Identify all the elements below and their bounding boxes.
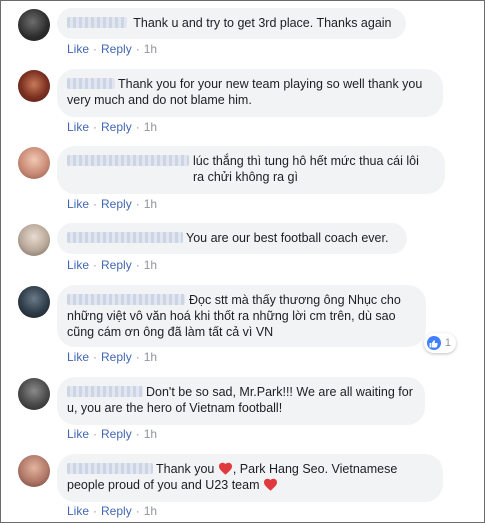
- avatar[interactable]: [18, 70, 50, 102]
- comment-text: Thank you for your new team playing so w…: [67, 77, 423, 107]
- comment-bubble: Thank you for your new team playing so w…: [57, 69, 443, 117]
- comment-text: lúc thắng thì tung hô hết mức thua cái l…: [193, 154, 419, 184]
- separator: ·: [135, 258, 140, 272]
- comment-bubble: lúc thắng thì tung hô hết mức thua cái l…: [57, 146, 445, 194]
- comment-actions: Like · Reply · 1h: [67, 504, 157, 518]
- timestamp[interactable]: 1h: [144, 350, 157, 364]
- commenter-name[interactable]: [67, 232, 183, 243]
- reply-button[interactable]: Reply: [101, 120, 132, 134]
- like-button[interactable]: Like: [67, 427, 89, 441]
- comment-bubble: Don't be so sad, Mr.Park!!! We are all w…: [57, 377, 425, 425]
- comment-bubble: Đọc stt mà thấy thương ông Nhục cho nhữn…: [57, 285, 456, 353]
- heart-icon: [263, 478, 277, 491]
- like-button[interactable]: Like: [67, 504, 89, 518]
- like-button[interactable]: Like: [67, 42, 89, 56]
- timestamp[interactable]: 1h: [144, 197, 157, 211]
- comment-text-part: Thank you: [156, 462, 215, 476]
- timestamp[interactable]: 1h: [144, 427, 157, 441]
- separator: ·: [93, 258, 98, 272]
- comment-actions: Like · Reply · 1h: [67, 42, 157, 56]
- reply-button[interactable]: Reply: [101, 258, 132, 272]
- comment-actions: Like · Reply · 1h: [67, 258, 157, 272]
- separator: ·: [135, 197, 140, 211]
- like-button[interactable]: Like: [67, 197, 89, 211]
- comment-text: Thank u and try to get 3rd place. Thanks…: [133, 16, 392, 30]
- commenter-name[interactable]: [67, 17, 127, 28]
- separator: ·: [93, 350, 98, 364]
- avatar[interactable]: [18, 378, 50, 410]
- avatar[interactable]: [18, 455, 50, 487]
- timestamp[interactable]: 1h: [144, 120, 157, 134]
- commenter-name[interactable]: [67, 294, 185, 305]
- reply-button[interactable]: Reply: [101, 350, 132, 364]
- timestamp[interactable]: 1h: [144, 258, 157, 272]
- reply-button[interactable]: Reply: [101, 42, 132, 56]
- comment-bubble: Thank you , Park Hang Seo. Vietnamese pe…: [57, 454, 443, 502]
- timestamp[interactable]: 1h: [144, 42, 157, 56]
- separator: ·: [93, 504, 98, 518]
- comment-actions: Like · Reply · 1h: [67, 427, 157, 441]
- comment-actions: Like · Reply · 1h: [67, 197, 157, 211]
- separator: ·: [93, 42, 98, 56]
- reaction-count: 1: [444, 337, 451, 349]
- commenter-name[interactable]: [67, 386, 143, 397]
- separator: ·: [93, 427, 98, 441]
- commenter-name[interactable]: [67, 155, 189, 166]
- comment-text: You are our best football coach ever.: [186, 231, 389, 245]
- comment-bubble: You are our best football coach ever.: [57, 223, 407, 254]
- like-icon: [426, 336, 441, 350]
- reaction-count-badge[interactable]: 1: [423, 333, 456, 353]
- avatar[interactable]: [18, 9, 50, 41]
- reply-button[interactable]: Reply: [101, 197, 132, 211]
- like-button[interactable]: Like: [67, 350, 89, 364]
- commenter-name[interactable]: [67, 463, 153, 474]
- separator: ·: [93, 197, 98, 211]
- commenter-name[interactable]: [67, 78, 115, 89]
- heart-icon: [218, 462, 232, 475]
- comments-panel: Thank u and try to get 3rd place. Thanks…: [0, 0, 485, 523]
- like-button[interactable]: Like: [67, 258, 89, 272]
- avatar[interactable]: [18, 147, 50, 179]
- separator: ·: [135, 350, 140, 364]
- timestamp[interactable]: 1h: [144, 504, 157, 518]
- reply-button[interactable]: Reply: [101, 504, 132, 518]
- comment-bubble: Thank u and try to get 3rd place. Thanks…: [57, 8, 406, 39]
- comment-actions: Like · Reply · 1h: [67, 120, 157, 134]
- like-button[interactable]: Like: [67, 120, 89, 134]
- comment-actions: Like · Reply · 1h: [67, 350, 157, 364]
- separator: ·: [135, 504, 140, 518]
- reply-button[interactable]: Reply: [101, 427, 132, 441]
- separator: ·: [135, 42, 140, 56]
- avatar[interactable]: [18, 224, 50, 256]
- separator: ·: [93, 120, 98, 134]
- separator: ·: [135, 427, 140, 441]
- separator: ·: [135, 120, 140, 134]
- avatar[interactable]: [18, 286, 50, 318]
